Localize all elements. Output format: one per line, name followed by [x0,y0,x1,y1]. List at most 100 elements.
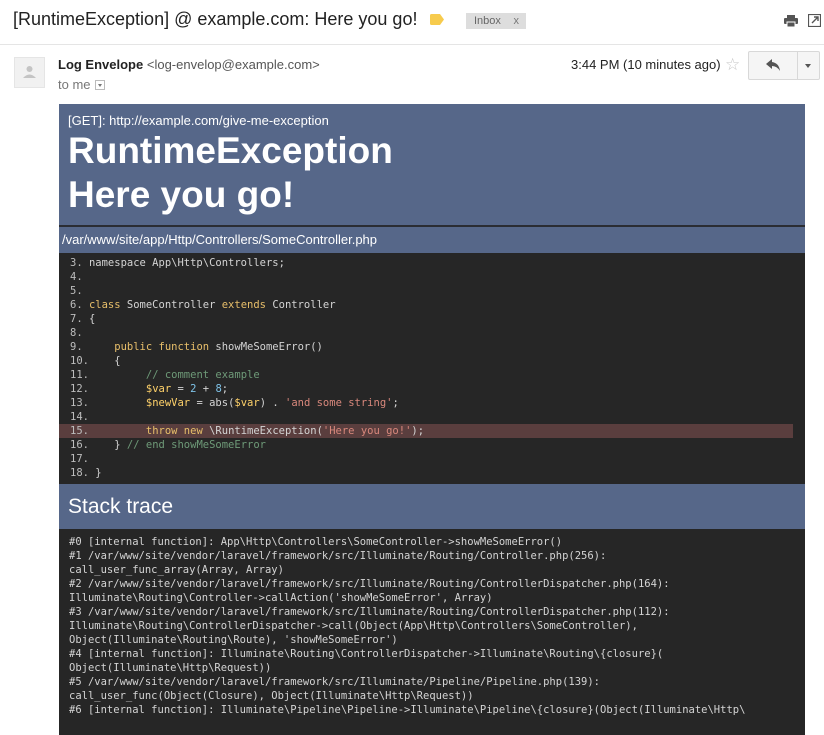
code-token: ); [411,425,425,437]
line-number: 8. [70,327,89,339]
line-number: 10. [70,355,96,367]
code-line: 3. namespace App\Http\Controllers; [59,256,805,270]
stack-trace-line: call_user_func_array(Array, Array) [69,564,284,576]
code-token: // end showMeSomeError [126,439,266,451]
stack-trace-line: #4 [internal function]: Illuminate\Routi… [69,648,664,660]
code-token: throw new [145,425,203,437]
sender-line: Log Envelope <log-envelop@example.com> [58,57,320,72]
inbox-label-text: Inbox [474,15,501,27]
code-token: + [196,383,216,395]
stack-trace-line: #5 /var/www/site/vendor/laravel/framewor… [69,676,601,688]
person-icon [23,66,36,78]
code-token: class [88,299,121,311]
details-dropdown-icon[interactable] [94,80,105,90]
code-line: 10. { [59,354,805,368]
line-number: 15. [70,425,96,437]
line-number: 17. [70,453,96,465]
stack-trace-line: Illuminate\Routing\Controller->callActio… [69,592,493,604]
code-token: SomeController [120,299,222,311]
label-tag-icon[interactable] [430,14,444,25]
line-number: 16. [70,439,96,451]
reply-button[interactable] [749,52,798,79]
code-snippet: 3. namespace App\Http\Controllers; 4. 5. … [59,253,805,484]
sender-name[interactable]: Log Envelope [58,57,143,72]
code-token: Controller [266,299,336,311]
sender-avatar[interactable] [14,57,45,88]
code-line: 9. public function showMeSomeError() [59,340,805,354]
exception-report: [GET]: http://example.com/give-me-except… [59,104,805,735]
code-token: = [171,383,191,395]
code-line: 17. [59,452,805,466]
remove-label-button[interactable]: x [514,13,520,29]
stack-trace-line: call_user_func(Object(Closure), Object(I… [69,690,474,702]
code-token: } [95,439,127,451]
line-number: 3. [70,257,89,269]
recipient-line: to me [58,77,105,92]
star-icon[interactable]: ☆ [725,56,740,73]
exception-class: RuntimeException [68,130,393,171]
code-line: 5. [59,284,805,298]
stack-trace-line: #1 /var/www/site/vendor/laravel/framewor… [69,550,607,562]
more-actions-button[interactable] [798,52,819,79]
code-line: 6. class SomeController extends Controll… [59,298,805,312]
recipient-text: to me [58,77,91,92]
code-token: \RuntimeException( [202,425,323,437]
code-token: $var [234,397,260,409]
code-line: 18. } [59,466,805,480]
code-token: // comment example [145,369,260,381]
code-token: { [88,313,96,325]
line-number: 9. [70,341,89,353]
stack-trace-line: #3 /var/www/site/vendor/laravel/framewor… [69,606,670,618]
code-token: ) . [259,397,285,409]
email-subject: [RuntimeException] @ example.com: Here y… [13,9,418,29]
code-line: 11. // comment example [59,368,805,382]
email-timestamp: 3:44 PM (10 minutes ago) [571,57,721,72]
code-line: 15. throw new \RuntimeException('Here yo… [59,424,793,438]
stack-trace-line: Object(Illuminate\Routing\Route), 'showM… [69,634,398,646]
stack-trace: #0 [internal function]: App\Http\Control… [59,529,805,735]
code-token: ; [221,383,229,395]
code-line: 4. [59,270,805,284]
exception-header: [GET]: http://example.com/give-me-except… [59,104,805,227]
code-token: $var [145,383,172,395]
code-line: 12. $var = 2 + 8; [59,382,805,396]
reply-button-group [748,51,820,80]
reply-icon [766,59,780,71]
code-token: extends [221,299,266,311]
new-window-icon[interactable] [808,14,821,27]
subject-bar: [RuntimeException] @ example.com: Here y… [0,0,824,45]
line-number: 6. [70,299,89,311]
code-token: 'Here you go!' [322,425,412,437]
print-icon[interactable] [784,15,798,27]
line-number: 11. [70,369,96,381]
code-token: } [95,467,102,479]
stack-trace-line: Illuminate\Routing\ControllerDispatcher-… [69,620,638,632]
stack-trace-line: Object(Illuminate\Http\Request)) [69,662,272,674]
stack-trace-line: #2 /var/www/site/vendor/laravel/framewor… [69,578,670,590]
line-number: 4. [70,271,89,283]
stack-trace-line: #6 [internal function]: Illuminate\Pipel… [69,704,746,716]
inbox-label-chip: Inbox x [466,13,526,29]
code-line: 14. [59,410,805,424]
stack-trace-heading: Stack trace [59,484,805,529]
exception-message: Here you go! [68,174,295,215]
line-number: 18. [70,467,96,479]
line-number: 14. [70,411,96,423]
code-token: namespace App\Http\Controllers; [88,257,285,269]
line-number: 5. [70,285,89,297]
line-number: 12. [70,383,96,395]
code-line: 16. } // end showMeSomeError [59,438,805,452]
code-line: 13. $newVar = abs($var) . 'and some stri… [59,396,805,410]
code-token: showMeSomeError() [209,341,323,353]
code-token: public function [114,341,210,353]
code-token: { [95,355,121,367]
code-token: 'and some string' [285,397,393,409]
code-token: $newVar [145,397,191,409]
line-number: 7. [70,313,89,325]
sender-email: <log-envelop@example.com> [146,57,320,72]
